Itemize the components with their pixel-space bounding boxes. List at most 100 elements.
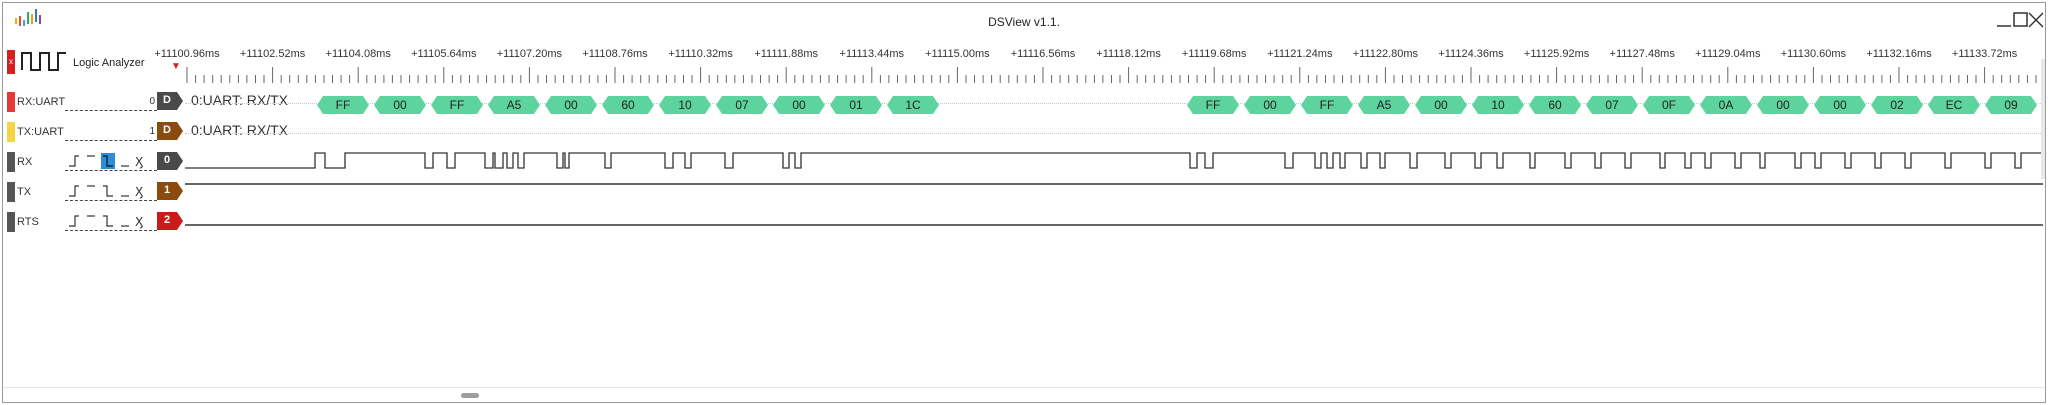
decoded-byte-value: A5 xyxy=(506,98,522,112)
decoded-byte-value: 00 xyxy=(1434,98,1448,112)
channel-row-rts[interactable]: RTS Ӽ 2 xyxy=(3,209,2045,237)
channel-color-rx-uart xyxy=(7,92,15,112)
time-ruler[interactable]: x Logic Analyzer ▼ +11100.96ms +11102.52m… xyxy=(3,39,2045,93)
decoded-byte[interactable]: 60 xyxy=(1529,96,1581,114)
channel-handle-tx[interactable]: 1 xyxy=(157,182,183,200)
decoded-byte[interactable]: 10 xyxy=(659,96,711,114)
channel-row-rx-uart[interactable]: RX:UART 0 D 0:UART: RX/TX FF 00 FF A5 00 60 10… xyxy=(3,89,2045,117)
decoded-byte-value: 10 xyxy=(1491,98,1505,112)
vertical-scrollbar[interactable] xyxy=(2041,59,2045,179)
decoded-byte[interactable]: 1C xyxy=(887,96,939,114)
close-icon xyxy=(2028,12,2044,28)
channel-handle-label: 0 xyxy=(163,154,171,166)
decoded-byte[interactable]: EC xyxy=(1928,96,1980,114)
decoded-byte[interactable]: 60 xyxy=(602,96,654,114)
channel-name-tx[interactable]: TX xyxy=(17,186,31,198)
trigger-selector-rx[interactable]: Ӽ xyxy=(67,152,153,170)
decoded-byte-value: 00 xyxy=(564,98,578,112)
channel-color-tx-uart xyxy=(7,122,15,142)
decoder-label-rx-uart: 0:UART: RX/TX xyxy=(191,92,288,108)
decoded-byte-value: FF xyxy=(1319,98,1335,112)
channel-color-rx xyxy=(7,152,15,172)
minimize-icon xyxy=(1997,25,2011,27)
decoded-byte[interactable]: FF xyxy=(317,96,369,114)
channel-handle-label: D xyxy=(163,94,171,106)
decoder-label-tx-uart: 0:UART: RX/TX xyxy=(191,122,288,138)
decoded-byte-value: EC xyxy=(1945,98,1963,112)
decoded-byte[interactable]: 00 xyxy=(1415,96,1467,114)
rx-signal-trace xyxy=(185,152,2043,169)
decoded-byte[interactable]: 00 xyxy=(1814,96,1866,114)
channel-name-tx-uart[interactable]: TX:UART xyxy=(17,126,64,138)
decoded-byte-value: 01 xyxy=(849,98,863,112)
tx-waveform xyxy=(185,183,2043,185)
decoded-byte-value: 00 xyxy=(1263,98,1277,112)
decoded-byte-value: 10 xyxy=(678,98,692,112)
trigger-selector-rts[interactable]: Ӽ xyxy=(67,212,153,230)
decoded-byte-value: A5 xyxy=(1376,98,1392,112)
decoded-byte-value: FF xyxy=(1205,98,1221,112)
channel-name-rts[interactable]: RTS xyxy=(17,216,39,228)
minimize-button[interactable] xyxy=(1995,11,2013,29)
decoded-byte-value: FF xyxy=(335,98,351,112)
channel-divider xyxy=(65,200,157,201)
channel-divider xyxy=(65,170,157,171)
decoded-byte[interactable]: 02 xyxy=(1871,96,1923,114)
decoded-byte[interactable]: FF xyxy=(1301,96,1353,114)
trigger-selector-tx[interactable]: Ӽ xyxy=(67,182,153,200)
svg-text:Ӽ: Ӽ xyxy=(135,155,143,169)
channel-row-tx[interactable]: TX Ӽ 1 xyxy=(3,179,2045,207)
horizontal-scrollbar[interactable] xyxy=(3,387,2045,402)
channel-color-rts xyxy=(7,212,15,232)
decoded-byte[interactable]: FF xyxy=(431,96,483,114)
decoded-byte[interactable]: 07 xyxy=(1586,96,1638,114)
decoded-byte-value: FF xyxy=(449,98,465,112)
horizontal-scroll-thumb[interactable] xyxy=(461,393,479,398)
channel-handle-rts[interactable]: 2 xyxy=(157,212,183,230)
channel-handle-rx-uart[interactable]: D xyxy=(157,92,183,110)
svg-text:Ӽ: Ӽ xyxy=(135,185,143,199)
channel-index-tx-uart: 1 xyxy=(149,126,155,137)
decoded-byte[interactable]: A5 xyxy=(488,96,540,114)
channel-handle-label: 2 xyxy=(163,214,171,226)
channel-handle-rx[interactable]: 0 xyxy=(157,152,183,170)
decoded-byte[interactable]: 10 xyxy=(1472,96,1524,114)
decoded-byte-value: 00 xyxy=(1833,98,1847,112)
decoded-byte-value: 07 xyxy=(1605,98,1619,112)
decoded-byte[interactable]: 00 xyxy=(374,96,426,114)
decoded-byte-value: 60 xyxy=(621,98,635,112)
decoded-byte[interactable]: 07 xyxy=(716,96,768,114)
channel-handle-label: D xyxy=(163,124,171,136)
decoded-byte-value: 00 xyxy=(393,98,407,112)
channel-handle-tx-uart[interactable]: D xyxy=(157,122,183,140)
channel-row-tx-uart[interactable]: TX:UART 1 D 0:UART: RX/TX xyxy=(3,119,2045,147)
channel-row-rx[interactable]: RX Ӽ 0 xyxy=(3,149,2045,177)
decoded-byte[interactable]: FF xyxy=(1187,96,1239,114)
decoded-byte[interactable]: 00 xyxy=(545,96,597,114)
rx-waveform xyxy=(185,152,2043,169)
close-button[interactable] xyxy=(2027,11,2045,29)
channel-color-tx xyxy=(7,182,15,202)
decoded-byte[interactable]: 0A xyxy=(1700,96,1752,114)
decoded-byte-value: 1C xyxy=(905,98,921,112)
decoded-byte[interactable]: 01 xyxy=(830,96,882,114)
lane-guide xyxy=(185,133,2043,134)
decoded-byte[interactable]: 00 xyxy=(1757,96,1809,114)
channel-index-rx-uart: 0 xyxy=(149,96,155,107)
decoded-byte-value: 02 xyxy=(1890,98,1904,112)
title-bar: DSView v1.1. xyxy=(3,3,2045,39)
svg-text:Ӽ: Ӽ xyxy=(135,215,143,229)
window-title: DSView v1.1. xyxy=(988,15,1060,29)
channel-name-rx[interactable]: RX xyxy=(17,156,32,168)
decoded-byte[interactable]: A5 xyxy=(1358,96,1410,114)
decoded-byte[interactable]: 00 xyxy=(773,96,825,114)
channel-divider xyxy=(65,230,157,231)
decoded-byte[interactable]: 00 xyxy=(1244,96,1296,114)
app-window: DSView v1.1. x Logic Analyzer ▼ +11100.9… xyxy=(2,2,2046,403)
decoded-byte-value: 09 xyxy=(2004,98,2018,112)
channel-divider xyxy=(65,140,157,141)
decoded-byte[interactable]: 0F xyxy=(1643,96,1695,114)
decoded-byte-value: 0F xyxy=(1661,98,1676,112)
channel-name-rx-uart[interactable]: RX:UART xyxy=(17,96,65,108)
decoded-byte[interactable]: 09 xyxy=(1985,96,2037,114)
